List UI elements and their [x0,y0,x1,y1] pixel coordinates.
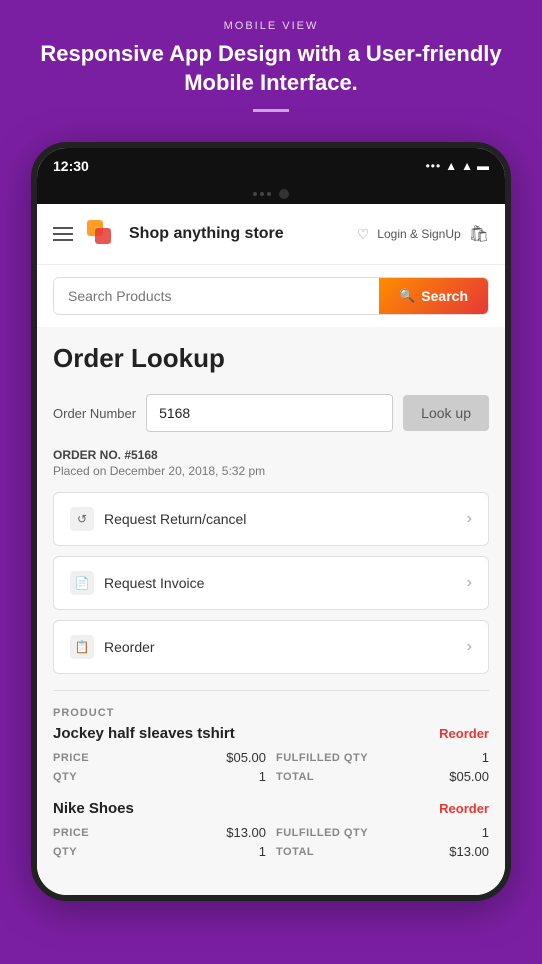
mobile-view-label: MOBILE VIEW [20,20,522,32]
price-row-1: PRICE $05.00 [53,750,266,765]
reorder-label: Reorder [104,639,155,655]
page-title: Order Lookup [53,343,489,374]
invoice-chevron-icon: › [467,574,472,592]
product-name-row-1: Jockey half sleaves tshirt Reorder [53,725,489,742]
order-number-row: Order Number Look up [53,394,489,432]
signal-icon: ▲ [461,159,473,173]
nav-right: ♡ Login & SignUp 🛍 [357,224,489,244]
app-content: Shop anything store ♡ Login & SignUp 🛍 🔍… [37,204,505,895]
search-button-label: Search [421,288,468,304]
lookup-button[interactable]: Look up [403,395,489,431]
total-label-2: TOTAL [276,846,314,858]
fulfilled-qty-value-1: 1 [482,750,489,765]
qty-row-1: QTY 1 [53,769,266,784]
action-card-left: ↺ Request Return/cancel [70,507,246,531]
qty-row-2: QTY 1 [53,844,266,859]
price-value-1: $05.00 [226,750,266,765]
divider [253,109,289,112]
notch [211,184,331,204]
reorder-chevron-icon: › [467,638,472,656]
return-chevron-icon: › [467,510,472,528]
fulfilled-qty-row-2: FULFILLED QTY 1 [276,825,489,840]
phone-frame: 12:30 ••• ▲ ▲ ▬ [31,142,511,901]
price-label-1: PRICE [53,752,89,764]
qty-label-2: QTY [53,846,77,858]
search-button[interactable]: 🔍 Search [379,278,488,314]
product-details-2: PRICE $13.00 FULFILLED QTY 1 QTY 1 TOTAL… [53,825,489,859]
order-info-box: ORDER NO. #5168 Placed on December 20, 2… [53,448,489,478]
invoice-label: Request Invoice [104,575,204,591]
header-section: MOBILE VIEW Responsive App Design with a… [0,0,542,142]
total-label-1: TOTAL [276,771,314,783]
action-card-left-reorder: 📋 Reorder [70,635,155,659]
product-section-label: PRODUCT [53,707,489,719]
order-number-label: Order Number [53,406,136,421]
fulfilled-qty-row-1: FULFILLED QTY 1 [276,750,489,765]
main-content: Order Lookup Order Number Look up ORDER … [37,327,505,895]
total-value-2: $13.00 [449,844,489,859]
product-name-row-2: Nike Shoes Reorder [53,800,489,817]
return-label: Request Return/cancel [104,511,246,527]
order-no-text: ORDER NO. #5168 [53,448,489,462]
total-row-1: TOTAL $05.00 [276,769,489,784]
search-bar: 🔍 Search [53,277,489,315]
qty-value-2: 1 [259,844,266,859]
search-mag-icon: 🔍 [399,288,415,304]
status-time: 12:30 [53,158,89,174]
qty-label-1: QTY [53,771,77,783]
heart-icon: ♡ [357,226,370,243]
section-divider [53,690,489,691]
fulfilled-qty-value-2: 1 [482,825,489,840]
product-item-2: Nike Shoes Reorder PRICE $13.00 FULFILLE… [53,800,489,859]
total-row-2: TOTAL $13.00 [276,844,489,859]
wifi-icon: ▲ [445,159,457,173]
total-value-1: $05.00 [449,769,489,784]
login-link[interactable]: Login & SignUp [377,227,460,241]
action-card-invoice[interactable]: 📄 Request Invoice › [53,556,489,610]
order-placed-text: Placed on December 20, 2018, 5:32 pm [53,464,489,478]
page-headline: Responsive App Design with a User-friend… [20,40,522,97]
price-row-2: PRICE $13.00 [53,825,266,840]
nav-bar: Shop anything store ♡ Login & SignUp 🛍 [37,204,505,265]
return-icon: ↺ [70,507,94,531]
notch-dots [253,192,271,196]
reorder-icon: 📋 [70,635,94,659]
reorder-link-2[interactable]: Reorder [439,801,489,816]
hamburger-menu[interactable] [53,227,73,241]
action-card-return[interactable]: ↺ Request Return/cancel › [53,492,489,546]
battery-icon: ▬ [477,159,489,173]
status-bar: 12:30 ••• ▲ ▲ ▬ [37,148,505,184]
search-input[interactable] [54,278,379,314]
product-details-1: PRICE $05.00 FULFILLED QTY 1 QTY 1 TOTAL… [53,750,489,784]
order-number-input[interactable] [146,394,393,432]
fulfilled-qty-label-1: FULFILLED QTY [276,752,368,764]
product-item-1: Jockey half sleaves tshirt Reorder PRICE… [53,725,489,784]
fulfilled-qty-label-2: FULFILLED QTY [276,827,368,839]
status-icons: ••• ▲ ▲ ▬ [426,159,489,173]
action-card-left-invoice: 📄 Request Invoice [70,571,204,595]
invoice-icon: 📄 [70,571,94,595]
action-card-reorder[interactable]: 📋 Reorder › [53,620,489,674]
cart-bag-icon[interactable]: 🛍 [469,224,489,244]
logo-icon [83,216,119,252]
qty-value-1: 1 [259,769,266,784]
nav-left: Shop anything store [53,216,284,252]
notch-camera [279,189,289,199]
product-name-2: Nike Shoes [53,800,134,817]
price-label-2: PRICE [53,827,89,839]
price-value-2: $13.00 [226,825,266,840]
notch-row [37,184,505,204]
dots-icon: ••• [426,159,442,173]
product-name-1: Jockey half sleaves tshirt [53,725,235,742]
reorder-link-1[interactable]: Reorder [439,726,489,741]
store-name: Shop anything store [129,225,284,243]
